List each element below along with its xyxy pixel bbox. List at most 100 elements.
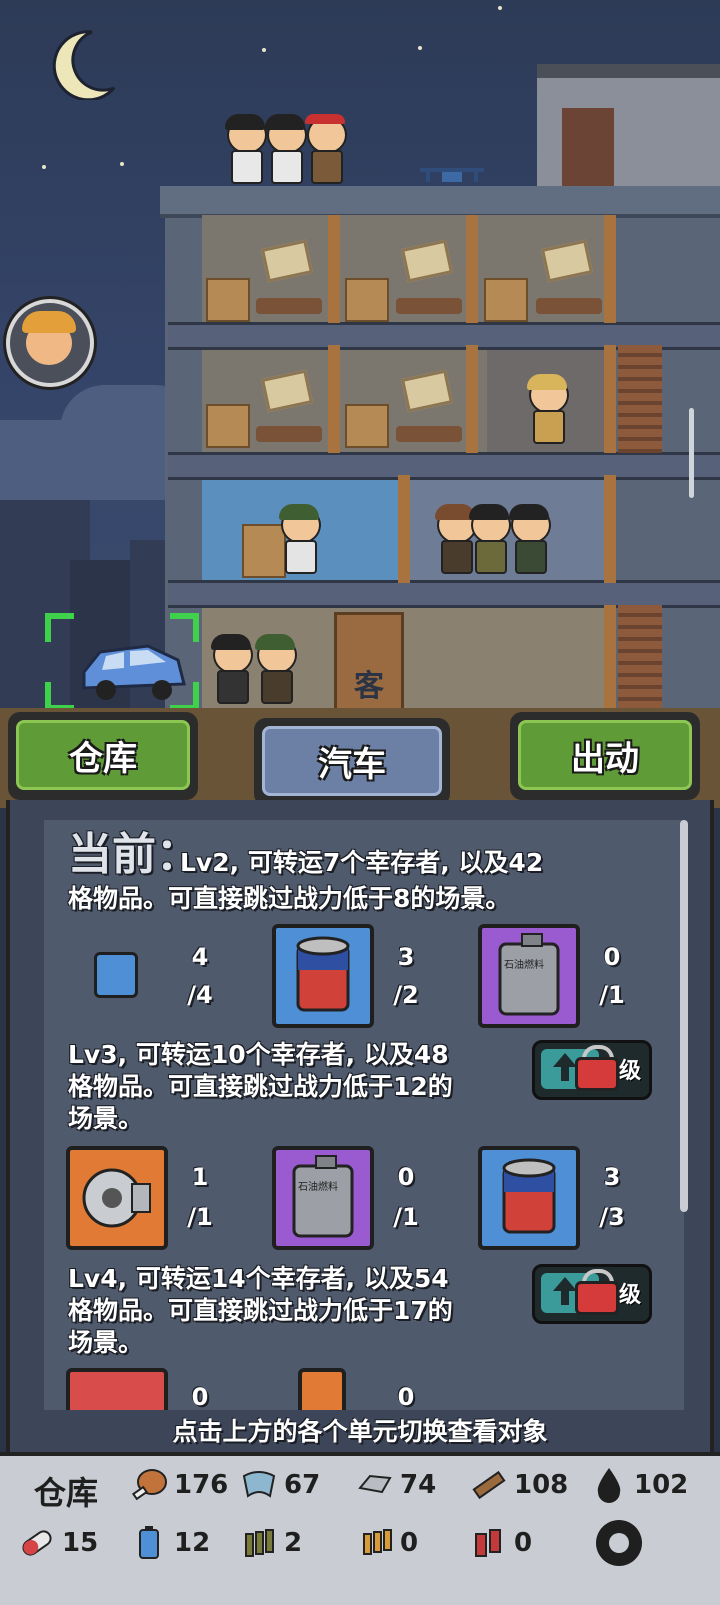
floor-slab: [168, 452, 720, 480]
broken-sofa: [396, 426, 462, 442]
tab-car[interactable]: 汽车: [254, 718, 450, 806]
item-need: /3: [599, 1203, 625, 1231]
support-post: [604, 605, 616, 713]
paint-bucket-icon[interactable]: [272, 924, 374, 1028]
tab-dispatch-label: 出动: [518, 720, 692, 790]
resource-iron[interactable]: 74: [356, 1466, 436, 1504]
item-have: 3: [397, 943, 415, 971]
item-need: /4: [187, 981, 213, 1009]
crate: [345, 278, 389, 322]
hint-text: 点击上方的各个单元切换查看对象: [172, 1417, 548, 1446]
resource-shotgun-shell[interactable]: 0: [470, 1524, 532, 1562]
rifle-ammo-count: 2: [284, 1528, 303, 1558]
star: [262, 48, 266, 52]
panel-scrollbar[interactable]: [680, 820, 688, 1212]
resource-rifle-ammo[interactable]: 2: [240, 1524, 302, 1562]
crate: [484, 278, 528, 322]
radiator-part-icon[interactable]: [94, 952, 138, 998]
item-need: /2: [393, 981, 419, 1009]
cloth-count: 67: [284, 1470, 321, 1500]
floor-slab: [168, 580, 720, 608]
tab-warehouse[interactable]: 仓库: [8, 712, 198, 800]
support-post: [328, 215, 340, 323]
resource-oil[interactable]: 102: [590, 1466, 688, 1504]
resource-battery[interactable]: 12: [130, 1524, 210, 1562]
lock-icon: [575, 1057, 619, 1091]
tab-car-label: 汽车: [262, 726, 442, 796]
shotgun-shell-icon: [475, 1529, 501, 1557]
item-have: 1: [191, 1163, 209, 1191]
resource-cloth[interactable]: 67: [240, 1466, 320, 1504]
meat-count: 176: [174, 1470, 229, 1500]
crate: [345, 404, 389, 448]
current-description-line2: 格物品。可直接跳过战力低于8的场景。: [68, 884, 511, 913]
star: [418, 46, 422, 50]
survivor[interactable]: [252, 634, 298, 706]
item-need: /1: [187, 1203, 213, 1231]
paint-bucket-icon[interactable]: [478, 1146, 580, 1250]
game-scene: 客: [0, 0, 720, 725]
support-post: [466, 345, 478, 453]
item-have: 0: [397, 1163, 415, 1191]
item-need: /1: [599, 981, 625, 1009]
lock-icon: [575, 1281, 619, 1315]
iron-count: 74: [400, 1470, 437, 1500]
engine-part-icon[interactable]: [66, 1146, 168, 1250]
settings-gear-icon[interactable]: [596, 1520, 642, 1566]
crate: [206, 278, 250, 322]
guest-room-door[interactable]: 客: [334, 612, 404, 714]
survivor[interactable]: [276, 504, 322, 576]
survivor[interactable]: [506, 504, 552, 576]
item-have: 4: [191, 943, 209, 971]
fuel-can-icon[interactable]: 石油燃料: [478, 924, 580, 1028]
fuel-can-icon[interactable]: 石油燃料: [272, 1146, 374, 1250]
car-selection-bracket: [45, 613, 199, 711]
upgrade-label: 级: [618, 1283, 641, 1308]
spring-part-icon[interactable]: [298, 1368, 346, 1410]
survivor[interactable]: [524, 374, 570, 446]
battery-icon: [139, 1526, 159, 1559]
item-have: 0: [191, 1383, 209, 1410]
lv4-description-line2: 格物品。可直接跳过战力低于17的: [68, 1296, 453, 1325]
star: [42, 165, 46, 169]
medicine-count: 15: [62, 1528, 99, 1558]
crate: [206, 404, 250, 448]
tab-dispatch[interactable]: 出动: [510, 712, 700, 800]
iron-icon: [358, 1474, 392, 1494]
upgrade-lv3-button[interactable]: 级: [532, 1040, 652, 1100]
item-have: 3: [603, 1163, 621, 1191]
support-post: [328, 345, 340, 453]
star: [498, 6, 502, 10]
moon-icon: [52, 30, 116, 100]
rooftop-door[interactable]: [562, 108, 614, 188]
resource-pistol-ammo[interactable]: 0: [356, 1524, 418, 1562]
resource-meat[interactable]: 176: [130, 1466, 228, 1504]
hero-avatar[interactable]: [6, 299, 94, 387]
drone-icon[interactable]: [416, 166, 488, 188]
scene-scroll-indicator: [689, 408, 694, 498]
car-upgrade-scroll-area[interactable]: 当前： Lv2, 可转运7个幸存者, 以及42 格物品。可直接跳过战力低于8的场…: [44, 820, 684, 1410]
fuel-can-label: 石油燃料: [298, 1182, 338, 1193]
survivor[interactable]: [208, 634, 254, 706]
resource-wood[interactable]: 108: [470, 1466, 568, 1504]
upgrade-label: 级: [618, 1059, 641, 1084]
battery-count: 12: [174, 1528, 211, 1558]
support-post: [604, 475, 616, 583]
wood-count: 108: [514, 1470, 569, 1500]
support-post: [604, 345, 616, 453]
item-have: 0: [603, 943, 621, 971]
broken-sofa: [536, 298, 602, 314]
v8-engine-icon[interactable]: [66, 1368, 168, 1410]
rifle-ammo-icon: [245, 1529, 274, 1557]
warehouse-title: 仓库: [34, 1474, 99, 1512]
fuel-can-label: 石油燃料: [504, 960, 544, 971]
survivor[interactable]: [302, 114, 348, 186]
support-post: [466, 215, 478, 323]
resource-medicine[interactable]: 15: [18, 1524, 98, 1562]
upgrade-lv4-button[interactable]: 级: [532, 1264, 652, 1324]
item-need: /1: [393, 1203, 419, 1231]
guest-room-label: 客: [354, 669, 384, 704]
stairs: [618, 605, 662, 713]
lv3-description-line2: 格物品。可直接跳过战力低于12的: [68, 1072, 453, 1101]
oil-icon: [597, 1468, 621, 1503]
